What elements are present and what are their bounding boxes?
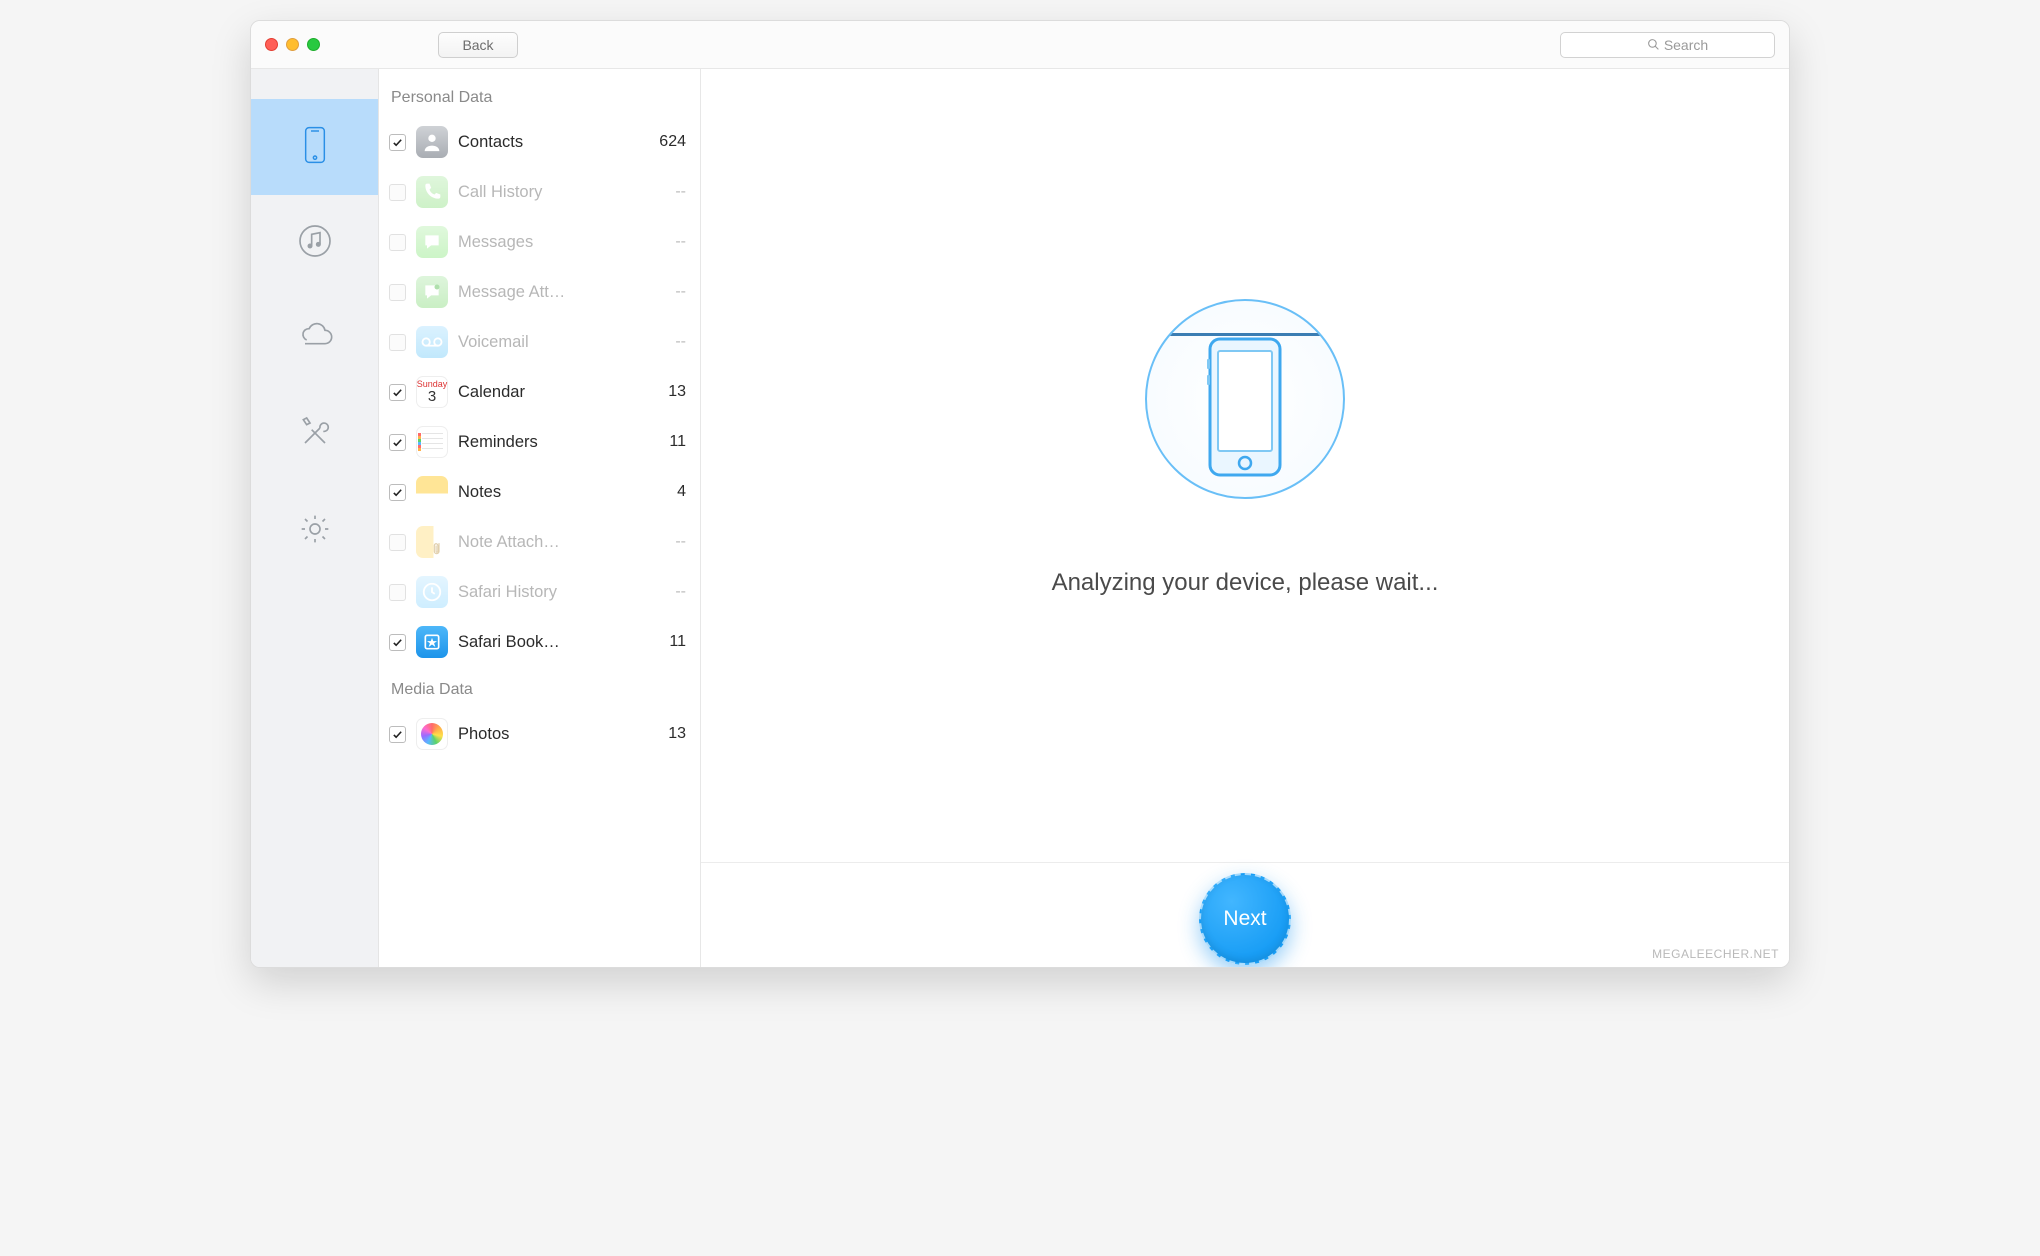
reminders-icon: [416, 426, 448, 458]
row-count: 624: [650, 133, 686, 151]
note-attachment-icon: [416, 526, 448, 558]
list-row-voicemail: Voicemail --: [379, 317, 700, 367]
search-placeholder: Search: [1664, 37, 1708, 53]
footer-bar: Next: [701, 862, 1789, 967]
phone-handset-icon: [416, 176, 448, 208]
sidebar-item-tools[interactable]: [251, 387, 378, 483]
checkbox-calendar[interactable]: [389, 384, 406, 401]
list-row-reminders[interactable]: Reminders 11: [379, 417, 700, 467]
cloud-icon: [295, 317, 335, 362]
voicemail-icon: [416, 326, 448, 358]
notes-icon: [416, 476, 448, 508]
checkbox-message-att: [389, 284, 406, 301]
titlebar: Back Search: [251, 21, 1789, 69]
checkbox-photos[interactable]: [389, 726, 406, 743]
phone-icon: [295, 125, 335, 170]
section-header: Personal Data: [379, 75, 700, 117]
checkbox-reminders[interactable]: [389, 434, 406, 451]
row-label: Contacts: [458, 133, 640, 152]
minimize-window-button[interactable]: [286, 38, 299, 51]
list-row-messages: Messages --: [379, 217, 700, 267]
row-label: Notes: [458, 483, 640, 502]
row-count: 11: [650, 433, 686, 451]
watermark-text: MEGALEECHER.NET: [1652, 947, 1779, 961]
photos-icon: [416, 718, 448, 750]
data-list-panel[interactable]: Personal DataContacts624Call History--Me…: [379, 69, 701, 967]
checkbox-note-attach: [389, 534, 406, 551]
row-count: 13: [650, 725, 686, 743]
list-row-call-history: Call History --: [379, 167, 700, 217]
search-input[interactable]: Search: [1560, 32, 1775, 58]
row-count: --: [650, 583, 686, 601]
row-count: 13: [650, 383, 686, 401]
gear-icon: [295, 509, 335, 554]
status-text: Analyzing your device, please wait...: [1052, 569, 1439, 597]
row-count: --: [650, 233, 686, 251]
tools-icon: [295, 413, 335, 458]
row-count: --: [650, 333, 686, 351]
checkbox-messages: [389, 234, 406, 251]
music-icon: [295, 221, 335, 266]
calendar-icon: Sunday3: [416, 376, 448, 408]
row-label: Calendar: [458, 383, 640, 402]
close-window-button[interactable]: [265, 38, 278, 51]
message-bubble-icon: [416, 226, 448, 258]
checkbox-notes[interactable]: [389, 484, 406, 501]
checkbox-safari-bookmarks[interactable]: [389, 634, 406, 651]
section-header: Media Data: [379, 667, 700, 709]
back-button[interactable]: Back: [438, 32, 518, 58]
sidebar-item-cloud[interactable]: [251, 291, 378, 387]
row-label: Safari Book…: [458, 633, 640, 652]
contacts-icon: [416, 126, 448, 158]
row-label: Note Attach…: [458, 533, 640, 552]
sidebar-item-music[interactable]: [251, 195, 378, 291]
row-count: --: [650, 283, 686, 301]
list-row-note-attach: Note Attach… --: [379, 517, 700, 567]
checkbox-call-history: [389, 184, 406, 201]
search-icon: [1647, 38, 1660, 51]
window-controls: [265, 38, 320, 51]
list-row-calendar[interactable]: Sunday3 Calendar 13: [379, 367, 700, 417]
list-row-contacts[interactable]: Contacts 624: [379, 117, 700, 167]
phone-outline-icon: [1206, 337, 1284, 477]
next-button[interactable]: Next: [1199, 873, 1291, 965]
row-label: Reminders: [458, 433, 640, 452]
sidebar: [251, 69, 379, 967]
row-count: --: [650, 183, 686, 201]
row-label: Safari History: [458, 583, 640, 602]
list-row-safari-history: Safari History --: [379, 567, 700, 617]
row-label: Messages: [458, 233, 640, 252]
row-count: --: [650, 533, 686, 551]
checkbox-voicemail: [389, 334, 406, 351]
row-label: Call History: [458, 183, 640, 202]
row-label: Photos: [458, 725, 640, 744]
device-analyzing-graphic: [1145, 299, 1345, 499]
checkbox-contacts[interactable]: [389, 134, 406, 151]
app-window: Back Search Personal Data Contacts 624 Call…: [250, 20, 1790, 968]
row-label: Voicemail: [458, 333, 640, 352]
maximize-window-button[interactable]: [307, 38, 320, 51]
safari-bookmarks-icon: [416, 626, 448, 658]
search-field-wrap: Search: [1560, 32, 1775, 58]
sidebar-item-device[interactable]: [251, 99, 378, 195]
list-row-safari-bookmarks[interactable]: Safari Book… 11: [379, 617, 700, 667]
body: Personal DataContacts624Call History--Me…: [251, 69, 1789, 967]
row-count: 11: [650, 633, 686, 651]
list-row-message-att: Message Att… --: [379, 267, 700, 317]
checkbox-safari-history: [389, 584, 406, 601]
message-attachment-icon: [416, 276, 448, 308]
sidebar-item-settings[interactable]: [251, 483, 378, 579]
list-row-notes[interactable]: Notes 4: [379, 467, 700, 517]
main-panel: Analyzing your device, please wait... Ne…: [701, 69, 1789, 967]
list-row-photos[interactable]: Photos 13: [379, 709, 700, 759]
row-label: Message Att…: [458, 283, 640, 302]
row-count: 4: [650, 483, 686, 501]
safari-history-icon: [416, 576, 448, 608]
